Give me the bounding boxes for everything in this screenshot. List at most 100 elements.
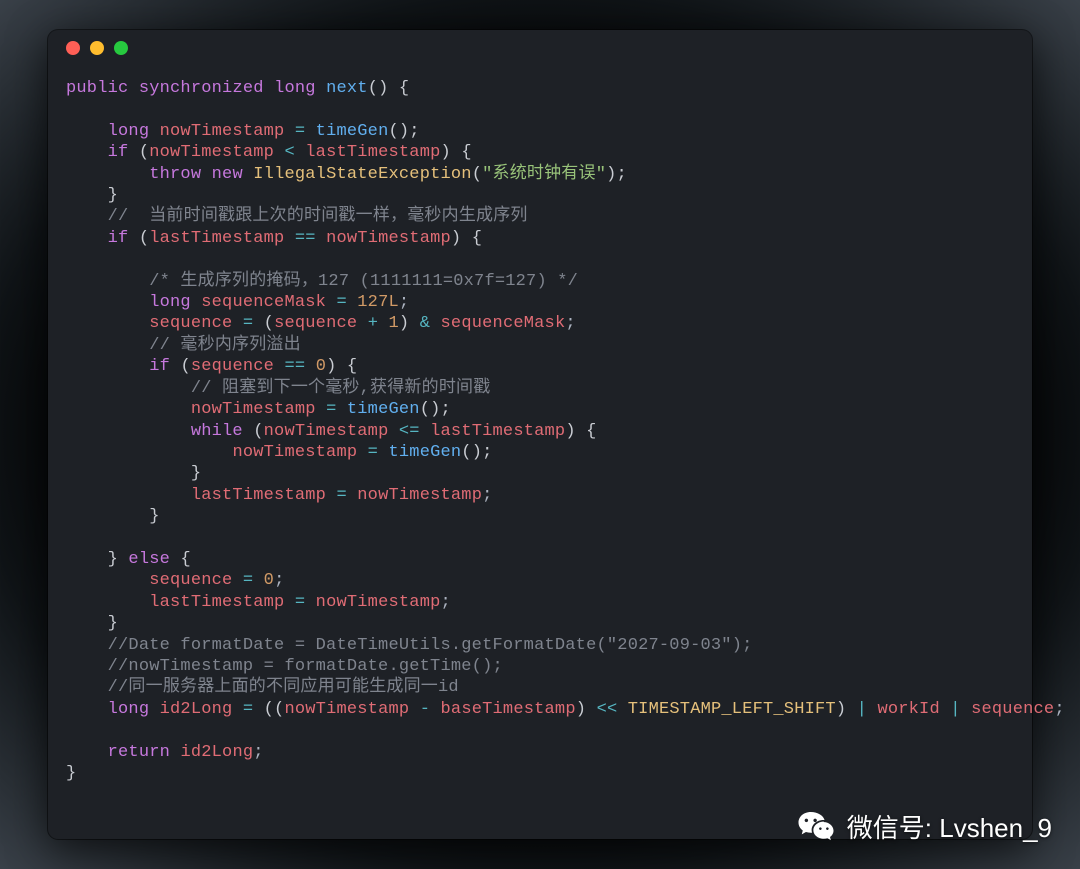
var-nowTimestamp: nowTimestamp (264, 422, 389, 441)
class-IllegalStateException: IllegalStateException (253, 165, 471, 184)
var-id2Long: id2Long (160, 700, 233, 719)
comment: //nowTimestamp = formatDate.getTime(); (108, 657, 503, 676)
punct: } (108, 614, 118, 633)
var-lastTimestamp: lastTimestamp (149, 593, 284, 612)
punct: } (108, 550, 118, 569)
keyword-if: if (108, 143, 129, 162)
op-eq: = (243, 314, 253, 333)
var-lastTimestamp: lastTimestamp (430, 422, 565, 441)
zoom-icon[interactable] (114, 41, 128, 55)
punct: ; (253, 743, 263, 762)
var-sequence: sequence (274, 314, 357, 333)
op-shl: << (597, 700, 618, 719)
punct: ( (139, 229, 149, 248)
punct: ; (274, 571, 284, 590)
keyword-throw: throw (149, 165, 201, 184)
op-bar: | (950, 700, 960, 719)
fn-timeGen: timeGen (347, 400, 420, 419)
keyword-else: else (128, 550, 170, 569)
punct: ; (482, 486, 492, 505)
type-long: long (108, 700, 150, 719)
var-sequence: sequence (149, 571, 232, 590)
op-eq: = (243, 700, 253, 719)
punct: } (149, 507, 159, 526)
var-nowTimestamp: nowTimestamp (284, 700, 409, 719)
punct: { (180, 550, 190, 569)
wechat-label: 微信号: Lvshen_9 (847, 808, 1052, 845)
fn-timeGen: timeGen (388, 443, 461, 462)
punct: ); (606, 165, 627, 184)
code-block: public synchronized long next() { long n… (48, 66, 1032, 802)
punct: ( (472, 165, 482, 184)
var-sequenceMask: sequenceMask (441, 314, 566, 333)
keyword-new: new (212, 165, 243, 184)
var-lastTimestamp: lastTimestamp (305, 143, 440, 162)
type-long: long (274, 79, 316, 98)
punct: ) { (326, 357, 357, 376)
comment: /* 生成序列的掩码，127 (1111111=0x7f=127) */ (149, 272, 578, 291)
fn-timeGen: timeGen (316, 122, 389, 141)
number-0: 0 (264, 571, 274, 590)
punct: } (66, 764, 76, 783)
var-nowTimestamp: nowTimestamp (316, 593, 441, 612)
minimize-icon[interactable] (90, 41, 104, 55)
var-sequence: sequence (971, 700, 1054, 719)
punct: } (191, 464, 201, 483)
punct: ; (1054, 700, 1064, 719)
var-lastTimestamp: lastTimestamp (191, 486, 326, 505)
op-eq: = (336, 486, 346, 505)
punct: (( (264, 700, 285, 719)
op-plus: + (368, 314, 378, 333)
op-lt: < (284, 143, 294, 162)
var-lastTimestamp: lastTimestamp (149, 229, 284, 248)
punct: ) { (565, 422, 596, 441)
var-baseTimestamp: baseTimestamp (441, 700, 576, 719)
var-nowTimestamp: nowTimestamp (160, 122, 285, 141)
op-amp: & (420, 314, 430, 333)
comment: // 阻塞到下一个毫秒,获得新的时间戳 (191, 379, 491, 398)
code-window: public synchronized long next() { long n… (48, 30, 1032, 839)
var-sequence: sequence (149, 314, 232, 333)
punct: () { (368, 79, 410, 98)
op-eq: = (336, 293, 346, 312)
string-literal: "系统时钟有误" (482, 165, 606, 184)
op-eqeq: == (295, 229, 316, 248)
wechat-icon (795, 805, 837, 847)
op-minus: - (420, 700, 430, 719)
keyword-if: if (149, 357, 170, 376)
punct: (); (388, 122, 419, 141)
fn-next: next (326, 79, 368, 98)
punct: ) { (441, 143, 472, 162)
punct: ; (399, 293, 409, 312)
type-long: long (108, 122, 150, 141)
keyword-synchronized: synchronized (139, 79, 264, 98)
var-nowTimestamp: nowTimestamp (357, 486, 482, 505)
op-eq: = (295, 593, 305, 612)
punct: (); (420, 400, 451, 419)
comment: //同一服务器上面的不同应用可能生成同一id (108, 678, 459, 697)
punct: } (108, 186, 118, 205)
op-eq: = (243, 571, 253, 590)
number-0: 0 (316, 357, 326, 376)
op-le: <= (399, 422, 420, 441)
op-eq: = (368, 443, 378, 462)
punct: ( (139, 143, 149, 162)
titlebar (48, 30, 1032, 66)
punct: ) (836, 700, 846, 719)
op-bar: | (857, 700, 867, 719)
punct: ; (441, 593, 451, 612)
keyword-if: if (108, 229, 129, 248)
var-workId: workId (877, 700, 939, 719)
var-nowTimestamp: nowTimestamp (149, 143, 274, 162)
var-nowTimestamp: nowTimestamp (326, 229, 451, 248)
var-sequence: sequence (191, 357, 274, 376)
keyword-return: return (108, 743, 170, 762)
wechat-watermark: 微信号: Lvshen_9 (795, 805, 1052, 847)
comment: //Date formatDate = DateTimeUtils.getFor… (108, 636, 753, 655)
var-sequenceMask: sequenceMask (201, 293, 326, 312)
punct: ( (180, 357, 190, 376)
close-icon[interactable] (66, 41, 80, 55)
punct: ( (253, 422, 263, 441)
keyword-while: while (191, 422, 243, 441)
punct: ) (576, 700, 586, 719)
